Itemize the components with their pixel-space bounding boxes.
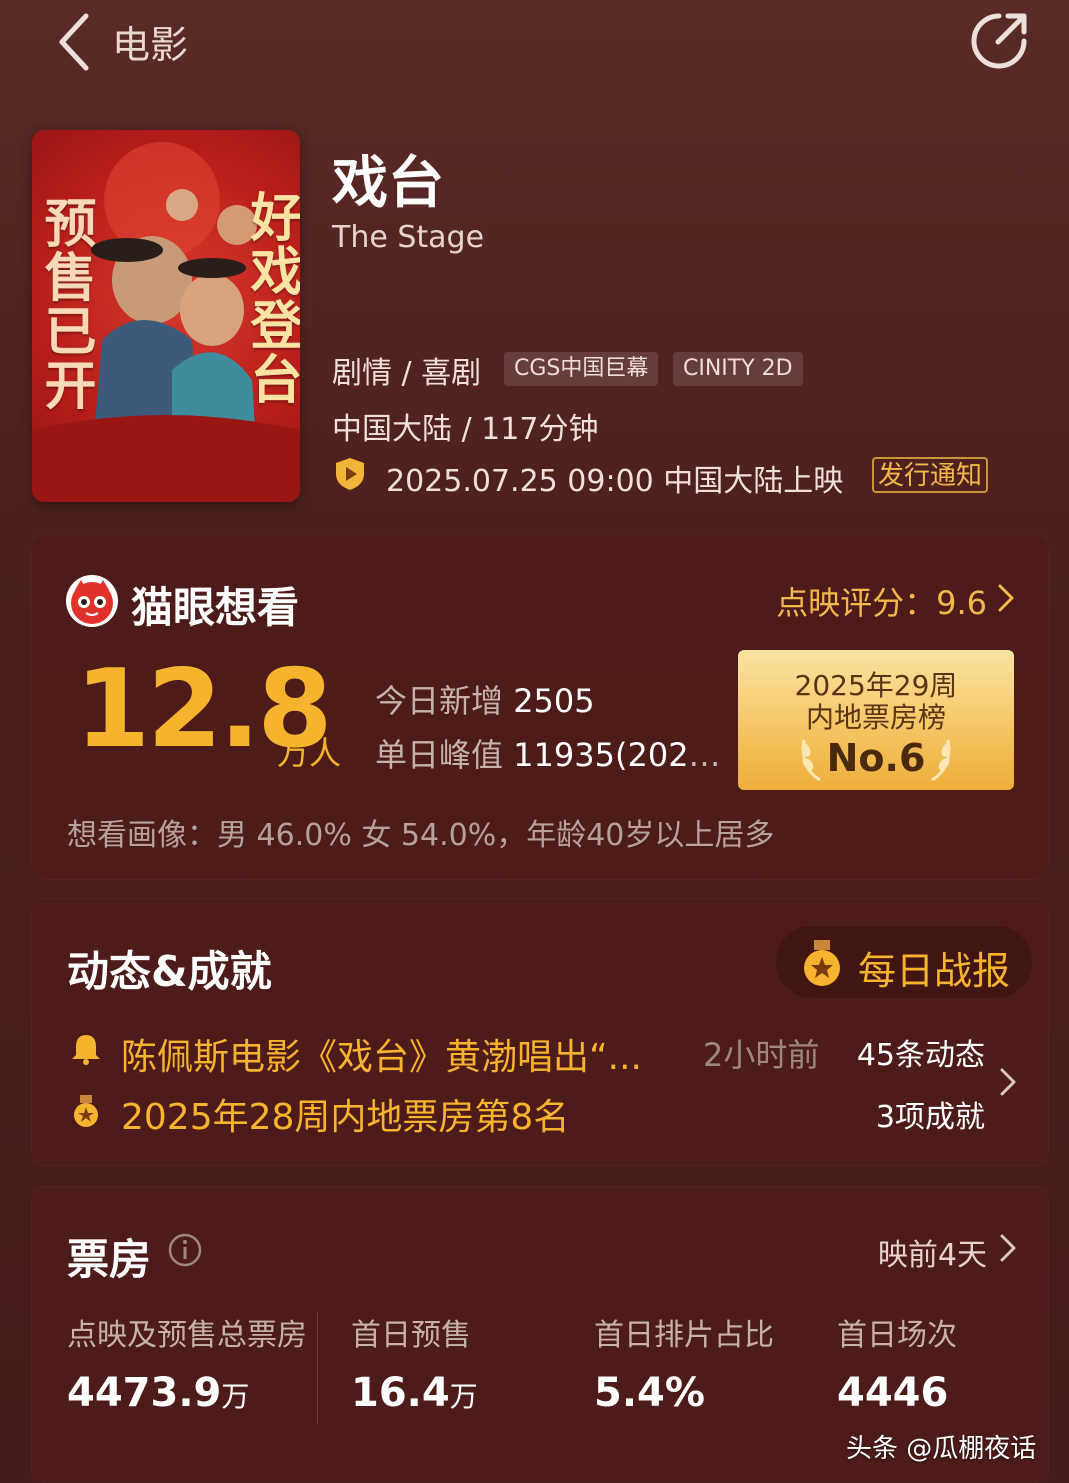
latest-news-item[interactable]: 陈佩斯电影《戏台》黄渤唱出“... [121, 1028, 671, 1080]
metric-divider [317, 1312, 318, 1424]
news-achievements-card[interactable]: 动态&成就 每日战报 陈佩斯电影《戏台》黄渤唱出“... 2小时前 45条动态 … [31, 898, 1049, 1166]
presale-days-link[interactable]: 映前4天 [878, 1230, 987, 1274]
rank-chart-name: 内地票房榜 [805, 701, 946, 734]
achievement-count: 3项成就 [875, 1100, 985, 1135]
want-count-unit: 万人 [277, 734, 342, 772]
rank-number: No.6 [826, 736, 926, 780]
daily-peak-stat: 单日峰值 11935(2025.... [375, 730, 725, 776]
top-bar: 电影 [0, 0, 1069, 90]
metric-value-total: 4473.9万 [67, 1370, 250, 1416]
today-new-stat: 今日新增 2505 [375, 676, 595, 722]
metric-label-screening-share: 首日排片占比 [594, 1318, 774, 1353]
page-title: 电影 [112, 23, 189, 67]
medal-icon [804, 940, 840, 986]
release-date: 2025.07.25 09:00 中国大陆上映 [386, 464, 844, 499]
release-notify-button[interactable]: 发行通知 [872, 457, 989, 493]
chevron-right-icon [1000, 1068, 1016, 1096]
latest-news-time: 2小时前 [703, 1036, 820, 1074]
share-icon [971, 13, 1027, 69]
source-watermark: 头条 @瓜棚夜话 [846, 1434, 1037, 1464]
want-to-watch-title: 猫眼想看 [131, 583, 300, 632]
movie-english-title: The Stage [332, 220, 485, 255]
format-tag-cinity: CINITY 2D [673, 352, 803, 386]
shield-icon [336, 458, 364, 490]
info-icon[interactable] [167, 1232, 203, 1268]
poster-tagline-right: 好戏登台 [241, 190, 300, 406]
weekly-box-office-rank[interactable]: 2025年29周 内地票房榜 No.6 [738, 650, 1014, 790]
metric-value-screening-share: 5.4% [594, 1370, 705, 1416]
today-new-label: 今日新增 [375, 682, 504, 720]
news-section-title: 动态&成就 [67, 947, 272, 996]
poster-tagline-left: 预售已开 [35, 196, 95, 412]
chevron-right-icon [998, 584, 1014, 612]
achievement-medal-icon [74, 1095, 98, 1127]
bell-icon [72, 1035, 100, 1065]
chevron-left-icon [59, 13, 89, 71]
back-button[interactable] [50, 8, 106, 72]
metric-label-total: 点映及预售总票房 [67, 1318, 307, 1353]
movie-region-duration: 中国大陆 / 117分钟 [332, 412, 599, 447]
daily-peak-label: 单日峰值 [375, 736, 504, 774]
movie-poster[interactable]: 预售已开 好戏登台 [32, 130, 300, 502]
movie-genre: 剧情 / 喜剧 [332, 356, 482, 391]
movie-title: 戏台 [332, 151, 444, 216]
format-tag-cgs: CGS中国巨幕 [504, 352, 659, 386]
metric-value-showings: 4446 [837, 1370, 949, 1416]
metric-value-first-day-presale: 16.4万 [351, 1370, 478, 1416]
want-to-watch-card: 猫眼想看 点映评分：9.6 12.8 万人 今日新增 2505 单日峰值 119… [31, 534, 1049, 880]
chevron-right-icon [1000, 1234, 1016, 1262]
news-count: 45条动态 [856, 1038, 985, 1073]
audience-portrait: 想看画像：男 46.0% 女 54.0%，年龄40岁以上居多 [67, 818, 775, 853]
share-button[interactable] [966, 8, 1032, 74]
preview-rating-link[interactable]: 点映评分：9.6 [776, 578, 987, 624]
today-new-value: 2505 [513, 682, 595, 720]
maoyan-cat-icon [66, 575, 118, 627]
daily-report-button[interactable]: 每日战报 [776, 926, 1032, 998]
daily-report-label: 每日战报 [858, 949, 1011, 993]
daily-peak-value: 11935(2025.... [513, 736, 725, 774]
box-office-title: 票房 [67, 1235, 152, 1284]
latest-achievement-item[interactable]: 2025年28周内地票房第8名 [121, 1088, 569, 1140]
metric-label-showings: 首日场次 [837, 1318, 957, 1353]
metric-label-first-day-presale: 首日预售 [351, 1318, 471, 1353]
